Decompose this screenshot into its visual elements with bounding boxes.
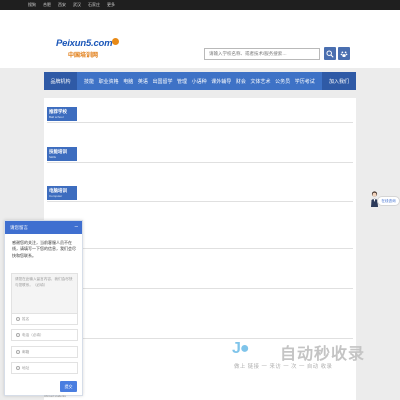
logo-subtitle: 中国培训网: [68, 53, 99, 59]
nav-item[interactable]: 财会: [236, 78, 246, 85]
name-placeholder: 姓名: [22, 317, 30, 321]
section-title: 技能培训: [49, 149, 67, 154]
top-bar: 搜狗 合肥 西安 武汉 石家庄 更多: [0, 0, 400, 10]
chat-header: 请您留言 –: [5, 221, 82, 234]
search-input[interactable]: 请输入学校名称、或者技术/服务搜索…: [204, 48, 320, 60]
minimize-icon[interactable]: –: [75, 221, 78, 234]
search-icon: [326, 49, 334, 58]
section-title: 推荐学校: [49, 109, 67, 114]
top-link[interactable]: 合肥: [43, 0, 51, 10]
email-field[interactable]: 邮箱: [11, 346, 78, 358]
location-icon: [16, 365, 20, 370]
nav-item[interactable]: 学历考试: [295, 78, 315, 85]
nav-brand-institutions[interactable]: 品牌机构: [44, 72, 77, 90]
consult-label: 在线咨询: [377, 196, 400, 206]
paw-button[interactable]: [338, 47, 350, 60]
phone-placeholder: 电话（必填）: [22, 333, 44, 337]
nav-items: 技能 职业资格 电脑 英语 出国留学 管理 小语种 课外辅导 财会 文体艺术 公…: [77, 78, 315, 85]
nav-join-us[interactable]: 加入我们: [322, 72, 356, 90]
section-tag[interactable]: 电脑培训 Computer: [47, 186, 77, 200]
header: Peixun5.com 中国培训网 请输入学校名称、或者技术/服务搜索…: [0, 10, 400, 68]
watermark-title: 自动秒收录: [280, 346, 366, 363]
section-divider: [47, 122, 353, 123]
section-subtitle: Ball school: [49, 115, 64, 119]
nav-item[interactable]: 课外辅导: [211, 78, 231, 85]
phone-field[interactable]: 电话（必填）: [11, 329, 78, 341]
watermark: J● 自动秒收录 做上 链接 一 来访 一 次 一 自动 收录: [232, 338, 384, 378]
section-divider: [47, 288, 353, 289]
section-divider: [47, 201, 353, 202]
site-logo[interactable]: Peixun5.com 中国培训网: [56, 38, 119, 66]
section-subtitle: Skills: [49, 155, 57, 159]
nav-item[interactable]: 管理: [177, 78, 187, 85]
top-link[interactable]: 西安: [58, 0, 66, 10]
top-link[interactable]: 石家庄: [88, 0, 100, 10]
footer-caption: Abroad students: [44, 394, 66, 398]
logo-text: Peixun5.com: [56, 38, 113, 49]
online-consult-widget[interactable]: 在线咨询: [370, 190, 400, 208]
chat-greeting: 感谢您的关注，当前客服人员不在线，请填写一下您的信息，我们会尽快和您联系。: [12, 240, 76, 258]
section-subtitle: Computer: [49, 194, 63, 198]
nav-item[interactable]: 公务员: [275, 78, 290, 85]
user-icon: [16, 316, 20, 321]
logo-badge-icon: [112, 38, 119, 45]
search-button[interactable]: [324, 47, 336, 60]
top-link[interactable]: 搜狗: [28, 0, 36, 10]
top-link[interactable]: 武汉: [73, 0, 81, 10]
address-placeholder: 地址: [22, 366, 30, 370]
nav-item[interactable]: 英语: [138, 78, 148, 85]
watermark-subtitle: 做上 链接 一 来访 一 次 一 自动 收录: [234, 364, 333, 370]
nav-item[interactable]: 出国留学: [152, 78, 172, 85]
phone-icon: [16, 332, 20, 337]
top-link-more[interactable]: 更多: [107, 0, 115, 10]
name-field[interactable]: 姓名: [11, 313, 78, 325]
paw-icon: [340, 51, 348, 57]
main-nav: 品牌机构 技能 职业资格 电脑 英语 出国留学 管理 小语种 课外辅导 财会 文…: [44, 72, 356, 90]
section-divider: [47, 248, 353, 249]
address-field[interactable]: 地址: [11, 362, 78, 374]
email-placeholder: 邮箱: [22, 350, 30, 354]
section-tag[interactable]: 推荐学校 Ball school: [47, 107, 77, 121]
chat-title: 请您留言: [10, 225, 28, 230]
section-title: 电脑培训: [49, 188, 67, 193]
leave-message-panel: 请您留言 – 感谢您的关注，当前客服人员不在线，请填写一下您的信息，我们会尽快和…: [4, 220, 83, 396]
nav-item[interactable]: 职业资格: [99, 78, 119, 85]
nav-item[interactable]: 文体艺术: [250, 78, 270, 85]
email-icon: [16, 349, 20, 354]
nav-item[interactable]: 电脑: [123, 78, 133, 85]
nav-item[interactable]: 小语种: [192, 78, 207, 85]
nav-item[interactable]: 技能: [84, 78, 94, 85]
submit-button[interactable]: 提交: [60, 381, 77, 392]
watermark-logo-icon: J●: [232, 340, 250, 357]
section-tag[interactable]: 技能培训 Skills: [47, 147, 77, 161]
section-divider: [47, 162, 353, 163]
